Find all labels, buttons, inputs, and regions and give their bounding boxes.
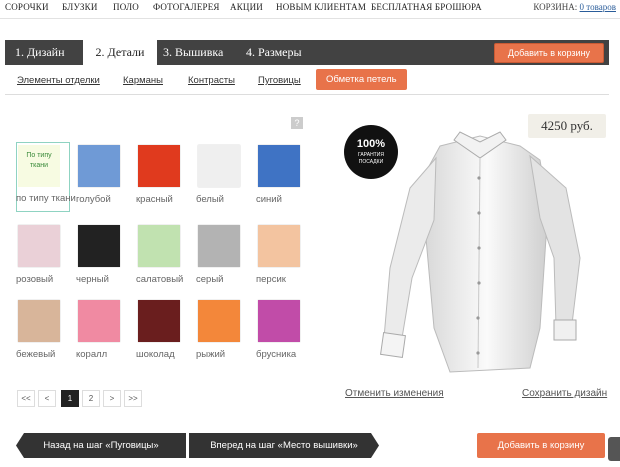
swatch-label: белый (196, 194, 224, 205)
detail-subtabs: Элементы отделки Карманы Контрасты Пугов… (5, 66, 609, 95)
subtab-contrasts[interactable]: Контрасты (188, 75, 235, 86)
swatch-label: голубой (76, 194, 111, 205)
swatch-label: шоколад (136, 349, 175, 360)
color-swatch[interactable]: салатовый (136, 225, 202, 301)
color-swatch[interactable]: коралл (76, 300, 142, 376)
swatch-label: салатовый (136, 274, 184, 285)
cart-link[interactable]: 0 товаров (580, 2, 616, 12)
swatch-label: розовый (16, 274, 54, 285)
add-to-cart-bottom-button[interactable]: Добавить в корзину (477, 433, 605, 458)
cart-summary: КОРЗИНА: 0 товаров (533, 2, 616, 12)
swatch-label: брусника (256, 349, 297, 360)
subtab-buttonholes[interactable]: Обметка петель (316, 69, 407, 90)
nav-promo[interactable]: АКЦИИ (230, 2, 263, 12)
cancel-changes-link[interactable]: Отменить изменения (345, 388, 444, 399)
swatch-chip[interactable] (18, 225, 60, 267)
next-step-button[interactable]: Вперед на шаг «Место вышивки» (189, 433, 379, 458)
subtab-pockets[interactable]: Карманы (123, 75, 163, 86)
color-swatch[interactable]: шоколад (136, 300, 202, 376)
swatch-chip[interactable] (78, 145, 120, 187)
page-2-button[interactable]: 2 (82, 390, 100, 407)
step-bar: 1. Дизайн 2. Детали 3. Вышивка 4. Размер… (5, 40, 609, 65)
swatch-chip[interactable] (138, 300, 180, 342)
nav-new-clients[interactable]: НОВЫМ КЛИЕНТАМ (276, 2, 366, 12)
swatch-label: коралл (76, 349, 108, 360)
corner-widget-icon[interactable] (608, 437, 620, 461)
top-navigation: СОРОЧКИ БЛУЗКИ ПОЛО ФОТОГАЛЕРЕЯ АКЦИИ НО… (0, 0, 620, 19)
nav-blouses[interactable]: БЛУЗКИ (62, 2, 98, 12)
color-swatch[interactable]: розовый (16, 225, 82, 301)
swatch-chip[interactable] (138, 145, 180, 187)
cart-label: КОРЗИНА: (533, 2, 578, 12)
tab-sizes[interactable]: 4. Размеры (246, 40, 302, 65)
color-swatch[interactable]: белый (196, 145, 262, 221)
swatch-chip[interactable] (78, 225, 120, 267)
add-to-cart-top-button[interactable]: Добавить в корзину (494, 43, 604, 63)
swatch-label: красный (136, 194, 173, 205)
swatch-chip[interactable] (18, 300, 60, 342)
nav-free-brochure[interactable]: БЕСПЛАТНАЯ БРОШЮРА (371, 2, 482, 12)
swatch-chip[interactable] (258, 225, 300, 267)
page-last-button[interactable]: >> (124, 390, 142, 407)
help-icon[interactable]: ? (291, 117, 303, 129)
nav-shirts[interactable]: СОРОЧКИ (5, 2, 49, 12)
color-swatch[interactable]: бежевый (16, 300, 82, 376)
shirt-preview-image (380, 131, 581, 373)
color-swatch[interactable]: красный (136, 145, 202, 221)
page-next-button[interactable]: > (103, 390, 121, 407)
swatch-chip[interactable] (258, 145, 300, 187)
swatch-chip[interactable] (138, 225, 180, 267)
tab-details[interactable]: 2. Детали (83, 40, 157, 65)
page-1-button[interactable]: 1 (61, 390, 79, 407)
swatch-label: бежевый (16, 349, 56, 360)
swatch-label: черный (76, 274, 109, 285)
swatch-chip[interactable] (258, 300, 300, 342)
swatch-fabric-label: по типу ткани (16, 193, 76, 204)
swatch-chip[interactable] (198, 145, 240, 187)
color-swatch[interactable]: голубой (76, 145, 142, 221)
tab-design[interactable]: 1. Дизайн (15, 40, 65, 65)
swatch-label: персик (256, 274, 286, 285)
swatch-label: серый (196, 274, 224, 285)
swatch-label: рыжий (196, 349, 226, 360)
swatch-chip[interactable] (78, 300, 120, 342)
page-prev-button[interactable]: < (38, 390, 56, 407)
nav-polo[interactable]: ПОЛО (113, 2, 139, 12)
swatch-fabric-chip[interactable]: По типу ткани (18, 145, 60, 187)
swatch-label: синий (256, 194, 282, 205)
page-first-button[interactable]: << (17, 390, 35, 407)
color-swatch[interactable]: синий (256, 145, 322, 221)
back-step-button[interactable]: Назад на шаг «Пуговицы» (16, 433, 186, 458)
color-swatch[interactable]: серый (196, 225, 262, 301)
tab-embroidery[interactable]: 3. Вышивка (163, 40, 223, 65)
color-swatch[interactable]: черный (76, 225, 142, 301)
color-swatch[interactable]: брусника (256, 300, 322, 376)
subtab-buttons[interactable]: Пуговицы (258, 75, 301, 86)
color-swatch[interactable]: рыжий (196, 300, 262, 376)
color-swatch[interactable]: персик (256, 225, 322, 301)
swatch-chip[interactable] (198, 300, 240, 342)
nav-gallery[interactable]: ФОТОГАЛЕРЕЯ (153, 2, 220, 12)
subtab-trim[interactable]: Элементы отделки (17, 75, 100, 86)
save-design-link[interactable]: Сохранить дизайн (522, 388, 607, 399)
swatch-chip[interactable] (198, 225, 240, 267)
